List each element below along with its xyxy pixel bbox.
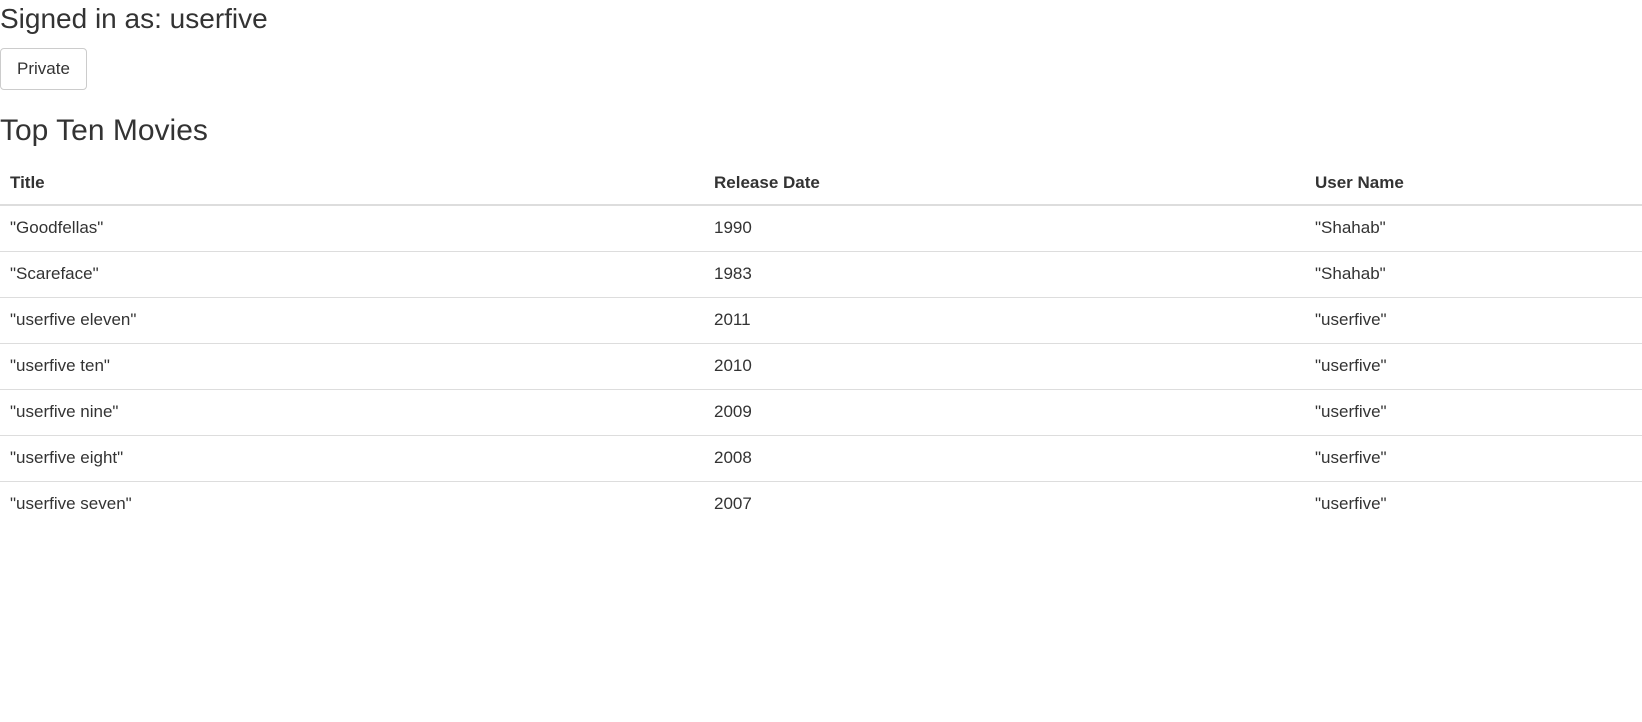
cell-title: "userfive eleven" — [0, 297, 704, 344]
movies-table: Title Release Date User Name "Goodfellas… — [0, 161, 1642, 527]
cell-user-name: "userfive" — [1315, 494, 1387, 514]
column-header-release-date: Release Date — [704, 161, 1305, 206]
cell-release-date: 2007 — [714, 494, 752, 514]
table-row: "userfive nine" 2009 "userfive" — [0, 389, 1642, 436]
cell-release-date: 2009 — [704, 389, 1305, 436]
column-header-user-name: User Name — [1305, 161, 1642, 206]
cell-release-date: 1983 — [704, 251, 1305, 298]
table-row: "userfive eight" 2008 "userfive" — [0, 435, 1642, 482]
cell-release-date: 1990 — [704, 205, 1305, 252]
table-row: "Goodfellas" 1990 "Shahab" — [0, 205, 1642, 252]
cell-user-name: "userfive" — [1305, 435, 1642, 482]
cell-release-date: 2008 — [704, 435, 1305, 482]
signed-in-label: Signed in as: userfive — [0, 3, 268, 34]
cell-user-name: "userfive" — [1305, 343, 1642, 390]
cell-title: "Goodfellas" — [0, 205, 704, 252]
cell-user-name: "Shahab" — [1305, 251, 1642, 298]
cell-user-name: "Shahab" — [1305, 205, 1642, 252]
table-row: "Scareface" 1983 "Shahab" — [0, 251, 1642, 298]
cell-title: "userfive nine" — [0, 389, 704, 436]
table-row: "userfive seven" 2007 "userfive" — [0, 481, 1642, 527]
table-header-row: Title Release Date User Name — [0, 161, 1642, 206]
table-row: "userfive ten" 2010 "userfive" — [0, 343, 1642, 390]
cell-title: "userfive seven" — [10, 494, 132, 514]
cell-release-date: 2010 — [704, 343, 1305, 390]
cell-user-name: "userfive" — [1305, 297, 1642, 344]
column-header-title: Title — [0, 161, 704, 206]
table-row: "userfive eleven" 2011 "userfive" — [0, 297, 1642, 344]
cell-release-date: 2011 — [704, 297, 1305, 344]
cell-title: "userfive ten" — [0, 343, 704, 390]
cell-user-name: "userfive" — [1305, 389, 1642, 436]
section-title: Top Ten Movies — [0, 114, 208, 147]
cell-title: "Scareface" — [0, 251, 704, 298]
cell-title: "userfive eight" — [0, 435, 704, 482]
private-button[interactable]: Private — [0, 48, 87, 90]
